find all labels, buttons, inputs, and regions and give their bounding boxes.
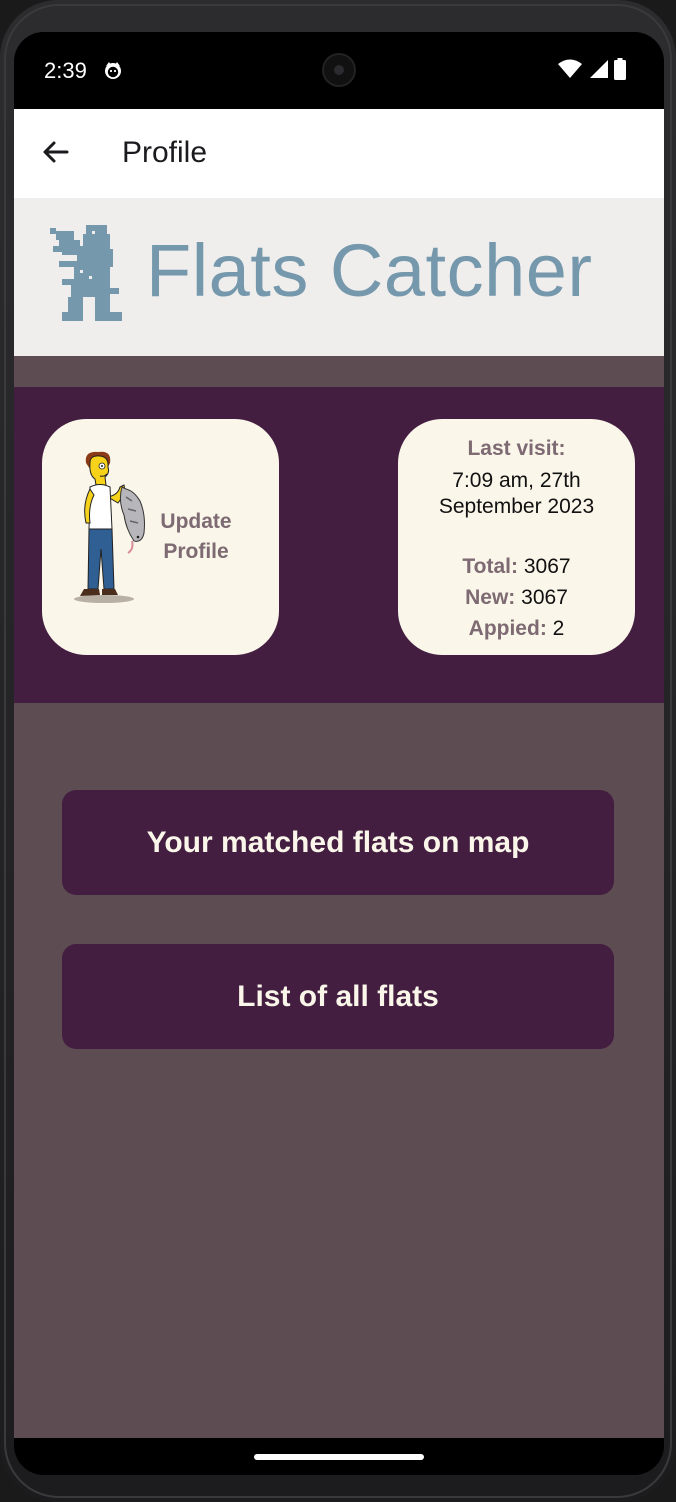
applied-label: Appied:	[468, 617, 547, 640]
new-value: 3067	[521, 586, 568, 609]
last-visit-value: 7:09 am, 27th September 2023	[398, 468, 635, 520]
update-profile-label: Update Profile	[154, 507, 238, 567]
man-holding-possum-illustration	[72, 449, 156, 605]
applied-stat: Appied: 2	[398, 617, 635, 641]
total-stat: Total: 3067	[398, 555, 635, 579]
summary-band: Update Profile Last visit: 7:09 am, 27th…	[14, 387, 664, 703]
new-stat: New: 3067	[398, 586, 635, 610]
wifi-icon	[558, 59, 582, 84]
app-logo-text: Flats Catcher	[146, 229, 593, 312]
battery-icon	[614, 57, 626, 85]
page-title: Profile	[122, 136, 208, 169]
all-flats-list-button[interactable]: List of all flats	[62, 944, 614, 1049]
home-gesture-handle[interactable]	[254, 1454, 424, 1460]
total-value: 3067	[523, 555, 571, 578]
total-label: Total:	[462, 555, 519, 578]
main-content: Update Profile Last visit: 7:09 am, 27th…	[14, 356, 664, 1438]
last-visit-label: Last visit:	[467, 437, 566, 460]
status-icons	[558, 57, 626, 85]
logo-banner: Flats Catcher	[14, 198, 664, 356]
update-profile-card[interactable]: Update Profile	[42, 419, 279, 655]
cat-face-icon	[103, 60, 123, 80]
berlin-bear-icon	[50, 225, 128, 321]
matched-flats-map-button[interactable]: Your matched flats on map	[62, 790, 614, 895]
applied-value: 2	[552, 617, 565, 640]
last-visit-line2: September 2023	[438, 495, 595, 518]
cellular-signal-icon	[588, 59, 608, 84]
last-visit-line1: 7:09 am, 27th	[452, 469, 581, 492]
top-app-bar: Profile	[14, 109, 664, 198]
status-bar: 2:39	[14, 32, 664, 109]
update-profile-label-line1: Update	[160, 510, 232, 533]
stats-card: Last visit: 7:09 am, 27th September 2023…	[398, 419, 635, 655]
system-navigation-bar	[14, 1438, 664, 1475]
back-button[interactable]	[32, 131, 78, 177]
update-profile-label-line2: Profile	[163, 540, 229, 563]
front-camera	[322, 53, 356, 87]
arrow-left-icon	[41, 138, 69, 171]
new-label: New:	[465, 586, 516, 609]
status-time: 2:39	[44, 58, 87, 83]
device-screen: 2:39 Profile Flats Catcher Update Profil…	[14, 32, 664, 1475]
